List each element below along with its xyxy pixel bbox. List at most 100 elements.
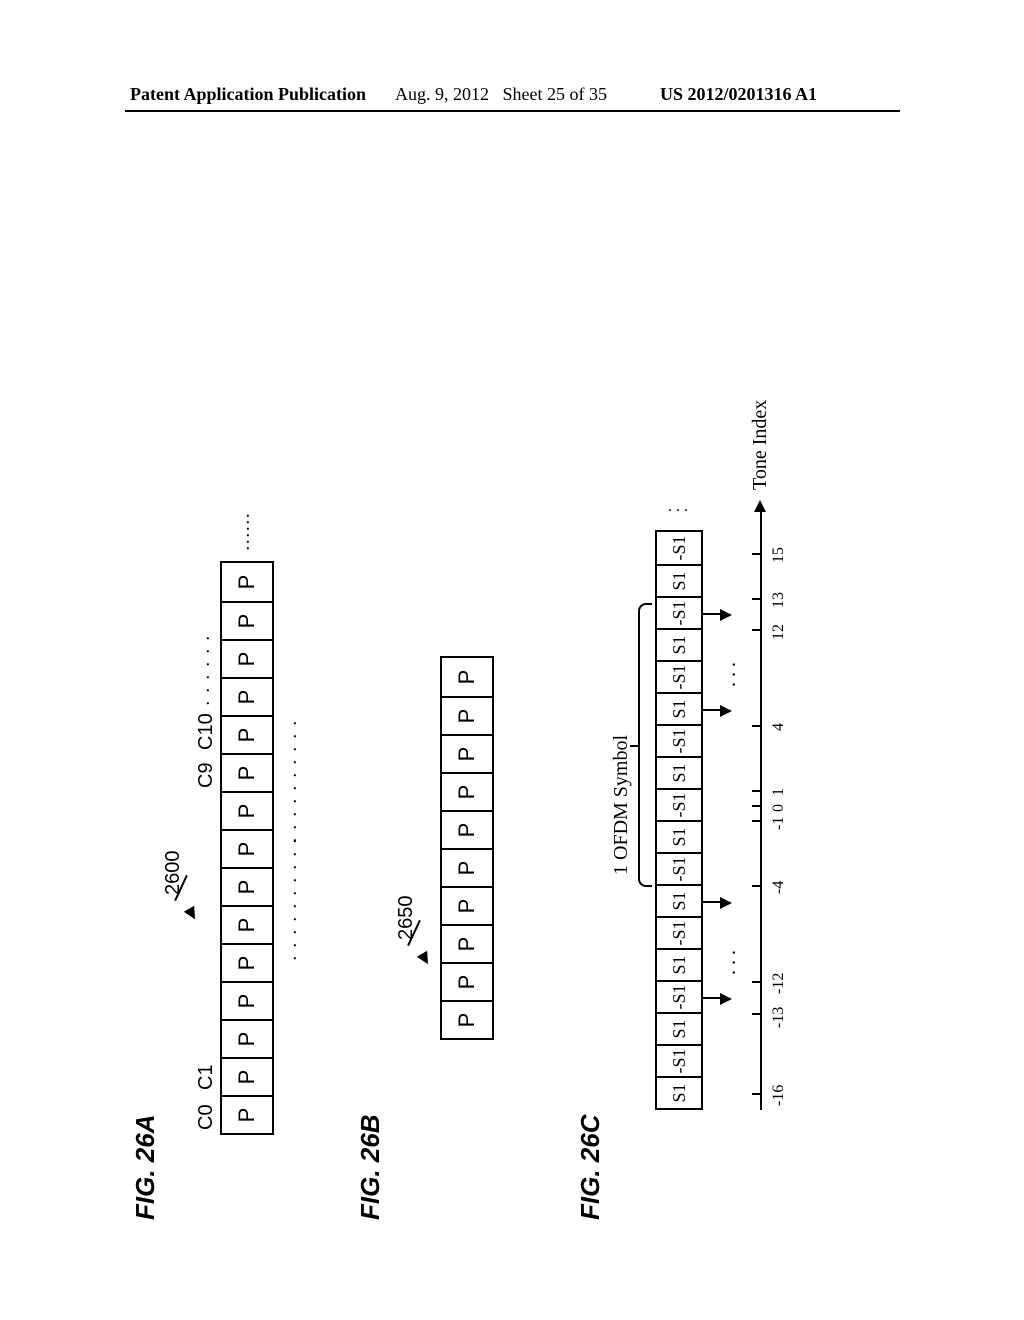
s-cell: S1 bbox=[657, 564, 701, 596]
p-cell: P bbox=[222, 905, 272, 943]
ptr-line-4 bbox=[702, 613, 722, 615]
header-sheet: Sheet 25 of 35 bbox=[503, 84, 607, 104]
p-cell: P bbox=[222, 677, 272, 715]
tick-p4 bbox=[752, 725, 762, 727]
s-cell: -S1 bbox=[657, 788, 701, 820]
p-cell: P bbox=[222, 791, 272, 829]
p-cell: P bbox=[442, 886, 492, 924]
ofdm-brace bbox=[638, 603, 652, 887]
fig-26a-row-dots: ...... bbox=[238, 511, 254, 550]
ticklabel-n16: -16 bbox=[770, 1085, 788, 1106]
ticklabel-0: 0 bbox=[770, 804, 788, 812]
ptr-arrow-4 bbox=[720, 609, 732, 621]
s-cell: -S1 bbox=[657, 724, 701, 756]
tick-p12 bbox=[752, 629, 762, 631]
p-cell: P bbox=[442, 924, 492, 962]
figure-container: FIG. 26A 2600 C0 C1 C9 C10 . . . . . . P… bbox=[120, 180, 900, 1230]
s-cell: S1 bbox=[657, 756, 701, 788]
ptr-arrow-1 bbox=[720, 993, 732, 1005]
p-cell: P bbox=[442, 962, 492, 1000]
p-cell: P bbox=[222, 867, 272, 905]
fig-26a-label: FIG. 26A bbox=[130, 1115, 161, 1220]
fig-26c-row-dots: ··· bbox=[668, 503, 692, 518]
p-cell: P bbox=[222, 563, 272, 601]
fig-26c-row: S1 -S1 S1 -S1 S1 -S1 S1 -S1 S1 -S1 S1 -S… bbox=[655, 530, 703, 1110]
fig-26b-label: FIG. 26B bbox=[355, 1115, 386, 1220]
rotated-canvas: FIG. 26A 2600 C0 C1 C9 C10 . . . . . . P… bbox=[120, 180, 900, 1220]
tick-n1 bbox=[752, 820, 762, 822]
s-cell: -S1 bbox=[657, 660, 701, 692]
p-cell: P bbox=[442, 772, 492, 810]
p-cell: P bbox=[222, 1095, 272, 1133]
ticklabel-p13: 13 bbox=[770, 592, 788, 608]
s-cell: S1 bbox=[657, 1076, 701, 1108]
p-cell: P bbox=[442, 734, 492, 772]
p-cell: P bbox=[442, 810, 492, 848]
p-cell: P bbox=[222, 715, 272, 753]
fig-26a-under-dots-2: . . . . . . . . . . bbox=[285, 719, 301, 843]
ticklabel-p4: 4 bbox=[770, 723, 788, 731]
p-cell: P bbox=[222, 981, 272, 1019]
col-label-c10: C10 bbox=[195, 713, 218, 750]
s-cell: -S1 bbox=[657, 532, 701, 564]
tone-axis-label: Tone Index bbox=[749, 400, 772, 490]
brace-center-nub bbox=[630, 745, 640, 747]
ptr-arrow-3 bbox=[720, 705, 732, 717]
p-cell: P bbox=[222, 753, 272, 791]
ticklabel-n12: -12 bbox=[770, 973, 788, 994]
col-label-c9: C9 bbox=[195, 762, 218, 788]
ptr-dots-2: . . . bbox=[718, 662, 741, 687]
ptr-line-2 bbox=[702, 901, 722, 903]
s-cell: -S1 bbox=[657, 1044, 701, 1076]
s-cell: -S1 bbox=[657, 852, 701, 884]
tick-0 bbox=[752, 805, 762, 807]
header-pub-number: US 2012/0201316 A1 bbox=[660, 84, 817, 105]
col-label-c1: C1 bbox=[195, 1064, 218, 1090]
s-cell: S1 bbox=[657, 1012, 701, 1044]
ticklabel-n4: -4 bbox=[770, 881, 788, 894]
tick-p13 bbox=[752, 598, 762, 600]
p-cell: P bbox=[442, 658, 492, 696]
p-cell: P bbox=[222, 1057, 272, 1095]
s-cell: S1 bbox=[657, 820, 701, 852]
ticklabel-p1: 1 bbox=[770, 788, 788, 796]
p-cell: P bbox=[442, 1000, 492, 1038]
ptr-line-1 bbox=[702, 997, 722, 999]
ptr-dots-1: . . . bbox=[718, 950, 741, 975]
tick-n13 bbox=[752, 1013, 762, 1015]
p-cell: P bbox=[222, 601, 272, 639]
tick-n16 bbox=[752, 1093, 762, 1095]
tick-p15 bbox=[752, 553, 762, 555]
fig-26c-label: FIG. 26C bbox=[575, 1115, 606, 1220]
header-divider bbox=[125, 110, 900, 112]
ptr-line-3 bbox=[702, 709, 722, 711]
ticklabel-n13: -13 bbox=[770, 1007, 788, 1028]
header-date: Aug. 9, 2012 bbox=[395, 84, 489, 104]
header-pub-type: Patent Application Publication bbox=[130, 84, 366, 105]
fig-26b-ref-arrow bbox=[417, 951, 433, 967]
p-cell: P bbox=[222, 1019, 272, 1057]
fig-26a-under-dots-1: . . . . . . . . . . bbox=[285, 837, 301, 961]
p-cell: P bbox=[222, 943, 272, 981]
fig-26a-row: P P P P P P P P P P P P P P P bbox=[220, 561, 274, 1135]
s-cell: S1 bbox=[657, 948, 701, 980]
s-cell: -S1 bbox=[657, 596, 701, 628]
tone-axis-arrow bbox=[754, 500, 766, 512]
ticklabel-p12: 12 bbox=[770, 624, 788, 640]
fig-26a-ref-arrow bbox=[184, 906, 200, 922]
s-cell: S1 bbox=[657, 692, 701, 724]
ticklabel-p15: 15 bbox=[770, 547, 788, 563]
header-date-sheet: Aug. 9, 2012 Sheet 25 of 35 bbox=[395, 84, 607, 105]
p-cell: P bbox=[442, 848, 492, 886]
s-cell: S1 bbox=[657, 628, 701, 660]
p-cell: P bbox=[222, 829, 272, 867]
p-cell: P bbox=[442, 696, 492, 734]
ofdm-symbol-label: 1 OFDM Symbol bbox=[610, 735, 633, 875]
s-cell: -S1 bbox=[657, 980, 701, 1012]
tone-axis bbox=[760, 510, 762, 1110]
col-label-dots: . . . . . . bbox=[198, 634, 214, 706]
p-cell: P bbox=[222, 639, 272, 677]
s-cell: S1 bbox=[657, 884, 701, 916]
fig-26b-row: P P P P P P P P P P bbox=[440, 656, 494, 1040]
s-cell: -S1 bbox=[657, 916, 701, 948]
